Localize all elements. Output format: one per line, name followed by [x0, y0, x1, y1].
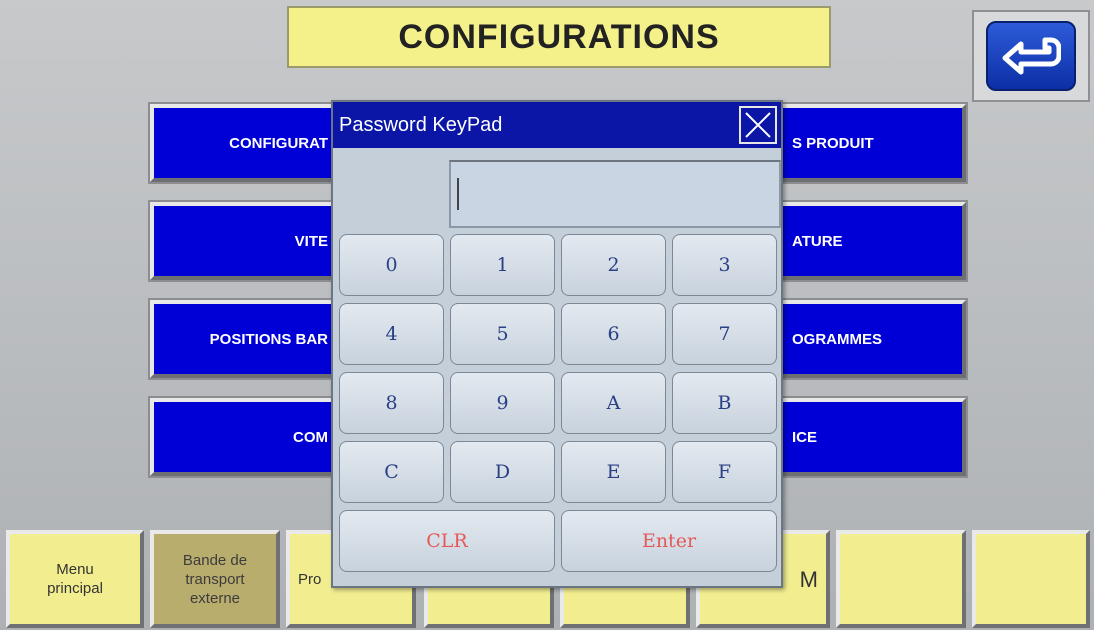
menu-button-configuration[interactable]: CONFIGURAT — [148, 102, 338, 184]
menu-button-com[interactable]: COM — [148, 396, 338, 478]
bottom-button-8[interactable] — [972, 530, 1090, 628]
bottom-button-label: M — [799, 566, 818, 592]
hmi-screen: CONFIGURATIONS CONFIGURAT VITE POSITIONS… — [0, 0, 1094, 630]
key-6[interactable]: 6 — [561, 303, 666, 365]
key-3[interactable]: 3 — [672, 234, 777, 296]
key-d[interactable]: D — [450, 441, 555, 503]
back-button[interactable] — [972, 10, 1090, 102]
password-input[interactable] — [449, 160, 781, 228]
key-f[interactable]: F — [672, 441, 777, 503]
menu-button-label: ICE — [792, 428, 818, 446]
bottom-button-bande-transport[interactable]: Bande de transport externe — [150, 530, 280, 628]
key-1[interactable]: 1 — [450, 234, 555, 296]
menu-button-positions[interactable]: POSITIONS BAR — [148, 298, 338, 380]
bottom-button-label: Bande de transport externe — [182, 551, 248, 607]
keypad-title: Password KeyPad — [333, 102, 781, 148]
key-b[interactable]: B — [672, 372, 777, 434]
bottom-button-label: Menu principal — [47, 561, 103, 597]
key-e[interactable]: E — [561, 441, 666, 503]
bottom-button-label: Pro — [298, 570, 322, 588]
key-4[interactable]: 4 — [339, 303, 444, 365]
menu-button-label: S PRODUIT — [792, 134, 874, 152]
menu-button-label: OGRAMMES — [792, 330, 882, 348]
menu-button-programmes[interactable]: OGRAMMES — [776, 298, 968, 380]
menu-button-label: COM — [293, 428, 328, 446]
password-keypad-dialog: Password KeyPad 0 1 2 3 4 5 6 7 8 9 A B … — [331, 100, 783, 588]
key-a[interactable]: A — [561, 372, 666, 434]
menu-button-label: CONFIGURAT — [229, 134, 328, 152]
key-5[interactable]: 5 — [450, 303, 555, 365]
enter-button[interactable]: Enter — [561, 510, 777, 572]
key-2[interactable]: 2 — [561, 234, 666, 296]
menu-button-label: POSITIONS BAR — [209, 330, 328, 348]
page-title: CONFIGURATIONS — [287, 6, 831, 68]
text-caret — [457, 178, 459, 210]
key-9[interactable]: 9 — [450, 372, 555, 434]
menu-button-label: ATURE — [792, 232, 843, 250]
close-icon — [745, 112, 771, 138]
key-0[interactable]: 0 — [339, 234, 444, 296]
clear-button[interactable]: CLR — [339, 510, 555, 572]
key-c[interactable]: C — [339, 441, 444, 503]
menu-button-produit[interactable]: S PRODUIT — [776, 102, 968, 184]
menu-button-vitesse[interactable]: VITE — [148, 200, 338, 282]
menu-button-label: VITE — [294, 232, 328, 250]
menu-button-service[interactable]: ICE — [776, 396, 968, 478]
key-7[interactable]: 7 — [672, 303, 777, 365]
return-arrow-icon — [986, 21, 1076, 91]
key-8[interactable]: 8 — [339, 372, 444, 434]
bottom-button-menu-principal[interactable]: Menu principal — [6, 530, 144, 628]
menu-button-temperature[interactable]: ATURE — [776, 200, 968, 282]
close-button[interactable] — [739, 106, 777, 144]
bottom-button-7[interactable] — [836, 530, 966, 628]
